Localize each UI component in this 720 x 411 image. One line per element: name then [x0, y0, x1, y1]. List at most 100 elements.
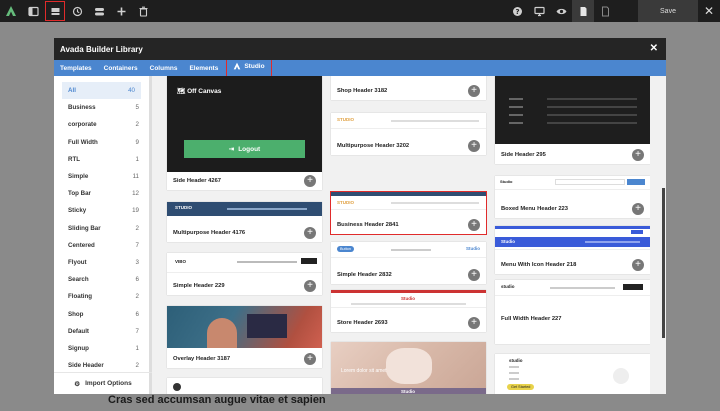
category-label: Simple	[68, 173, 89, 181]
template-card[interactable]: VIBO Simple Header 229 +	[167, 253, 322, 295]
template-preview	[495, 76, 650, 144]
template-label: Full Width Header 227	[501, 316, 562, 322]
modal-scrollbar[interactable]	[662, 188, 665, 338]
template-card[interactable]: Overlay Header 3187 +	[167, 306, 322, 368]
template-label: Multipurpose Header 4176	[173, 230, 246, 236]
add-template-button[interactable]: +	[468, 85, 480, 97]
avada-logo-icon[interactable]	[0, 0, 22, 22]
help-icon[interactable]: ?	[506, 0, 528, 22]
sidebar-item-sticky[interactable]: Sticky 19	[54, 202, 149, 219]
add-template-button[interactable]: +	[468, 219, 480, 231]
template-grid: 🗺 Off Canvas ⇥ Logout Side Header 4267 + …	[164, 76, 650, 394]
category-label: Business	[68, 104, 96, 112]
category-label: Default	[68, 327, 89, 335]
sidebar-item-centered[interactable]: Centered 7	[54, 237, 149, 254]
category-count: 3	[135, 258, 139, 266]
template-preview: 🗺 Off Canvas ⇥ Logout	[167, 76, 322, 172]
template-preview: STUDIO	[331, 192, 486, 210]
sidebar-item-sliding-bar[interactable]: Sliding Bar 2	[54, 220, 149, 237]
add-template-button[interactable]: +	[304, 227, 316, 239]
template-card[interactable]: Lorem dolor sit amet Studio	[331, 342, 486, 394]
add-template-button[interactable]: +	[468, 317, 480, 329]
template-label: Side Header 4267	[173, 178, 222, 184]
sidebar-item-business[interactable]: Business 5	[54, 99, 149, 116]
template-preview: Studio	[331, 290, 486, 308]
sidebar-toggle-icon[interactable]	[22, 0, 44, 22]
gear-icon: ⚙	[74, 380, 81, 388]
preview-logo: VIBO	[175, 259, 187, 264]
template-card[interactable]: 🗺 Off Canvas ⇥ Logout Side Header 4267 +	[167, 76, 322, 190]
template-card[interactable]	[167, 378, 322, 394]
add-template-button[interactable]: +	[304, 280, 316, 292]
tab-elements[interactable]: Elements	[189, 65, 218, 72]
sidebar-item-flyout[interactable]: Flyout 3	[54, 254, 149, 271]
tab-templates[interactable]: Templates	[60, 65, 92, 72]
builder-toolbar: ? Save ✕	[0, 0, 720, 22]
trash-icon[interactable]	[132, 0, 154, 22]
settings-toggle-icon[interactable]	[88, 0, 110, 22]
category-count: 6	[135, 310, 139, 318]
add-element-icon[interactable]	[110, 0, 132, 22]
preview-logo: STUDIO	[337, 117, 355, 122]
history-icon[interactable]	[66, 0, 88, 22]
add-template-button[interactable]: +	[632, 259, 644, 271]
template-label: Overlay Header 3187	[173, 356, 231, 362]
sidebar-item-simple[interactable]: Simple 11	[54, 168, 149, 185]
preview-logout: ⇥ Logout	[184, 140, 305, 158]
template-card[interactable]: Shop Header 3182 +	[331, 76, 486, 100]
tab-columns[interactable]: Columns	[150, 65, 178, 72]
desktop-preview-icon[interactable]	[528, 0, 550, 22]
template-card[interactable]: Side Header 295 +	[495, 76, 650, 164]
close-builder-button[interactable]: ✕	[698, 0, 720, 22]
category-label: Centered	[68, 241, 95, 249]
sidebar-item-signup[interactable]: Signup 1	[54, 340, 149, 357]
template-card[interactable]: Button Studio Simple Header 2832 +	[331, 242, 486, 284]
template-label: Boxed Menu Header 223	[501, 206, 569, 212]
save-button[interactable]: Save	[638, 0, 698, 22]
add-template-button[interactable]: +	[304, 175, 316, 187]
template-card[interactable]: STUDIO Multipurpose Header 3202 +	[331, 113, 486, 155]
library-icon[interactable]	[44, 0, 66, 22]
import-options-button[interactable]: ⚙ Import Options	[54, 372, 152, 394]
sidebar-item-rtl[interactable]: RTL 1	[54, 151, 149, 168]
template-card[interactable]: Studio Store Header 2693 +	[331, 290, 486, 332]
template-card[interactable]: STUDIO Business Header 2841 +	[330, 191, 487, 235]
add-template-button[interactable]: +	[468, 269, 480, 281]
preview-eye-icon[interactable]	[550, 0, 572, 22]
preview-logo: Studio	[500, 179, 513, 184]
sidebar-item-all[interactable]: All 40	[62, 82, 141, 100]
template-card[interactable]: Studio Boxed Menu Header 223 +	[495, 176, 650, 218]
sidebar-item-corporate[interactable]: corporate 2	[54, 116, 149, 133]
template-card[interactable]: STUDIO Multipurpose Header 4176 +	[167, 202, 322, 242]
template-card[interactable]: Studio Menu With Icon Header 218 +	[495, 226, 650, 274]
sidebar-item-full-width[interactable]: Full Width 9	[54, 134, 149, 151]
preview-logo: STUDIO	[337, 200, 355, 205]
category-label: Flyout	[68, 258, 87, 266]
template-card[interactable]: studio Get Started	[495, 354, 650, 394]
add-template-button[interactable]: +	[632, 203, 644, 215]
sidebar-item-search[interactable]: Search 6	[54, 271, 149, 288]
add-template-button[interactable]: +	[632, 149, 644, 161]
category-count: 2	[135, 293, 139, 301]
sidebar-item-shop[interactable]: Shop 6	[54, 305, 149, 322]
template-preview: Studio	[495, 176, 650, 190]
page-outline-icon[interactable]	[594, 0, 616, 22]
category-count: 6	[135, 276, 139, 284]
close-modal-button[interactable]: ✕	[650, 43, 658, 54]
sidebar-item-floating[interactable]: Floating 2	[54, 288, 149, 305]
category-count: 19	[132, 207, 139, 215]
tab-containers[interactable]: Containers	[104, 65, 138, 72]
page-icon[interactable]	[572, 0, 594, 22]
sidebar-item-default[interactable]: Default 7	[54, 323, 149, 340]
template-card[interactable]: studio Full Width Header 227	[495, 280, 650, 344]
add-template-button[interactable]: +	[468, 140, 480, 152]
studio-logo-icon	[234, 62, 241, 70]
preview-title: Lorem dolor sit amet	[341, 368, 387, 374]
import-options-label: Import Options	[85, 380, 132, 387]
category-sidebar: All 40 Business 5 corporate 2 Full Width 9 R…	[54, 76, 152, 394]
category-label: RTL	[68, 155, 81, 163]
add-template-button[interactable]: +	[304, 353, 316, 365]
sidebar-item-top-bar[interactable]: Top Bar 12	[54, 185, 149, 202]
template-label: Simple Header 229	[173, 283, 225, 289]
template-preview: STUDIO	[331, 113, 486, 129]
